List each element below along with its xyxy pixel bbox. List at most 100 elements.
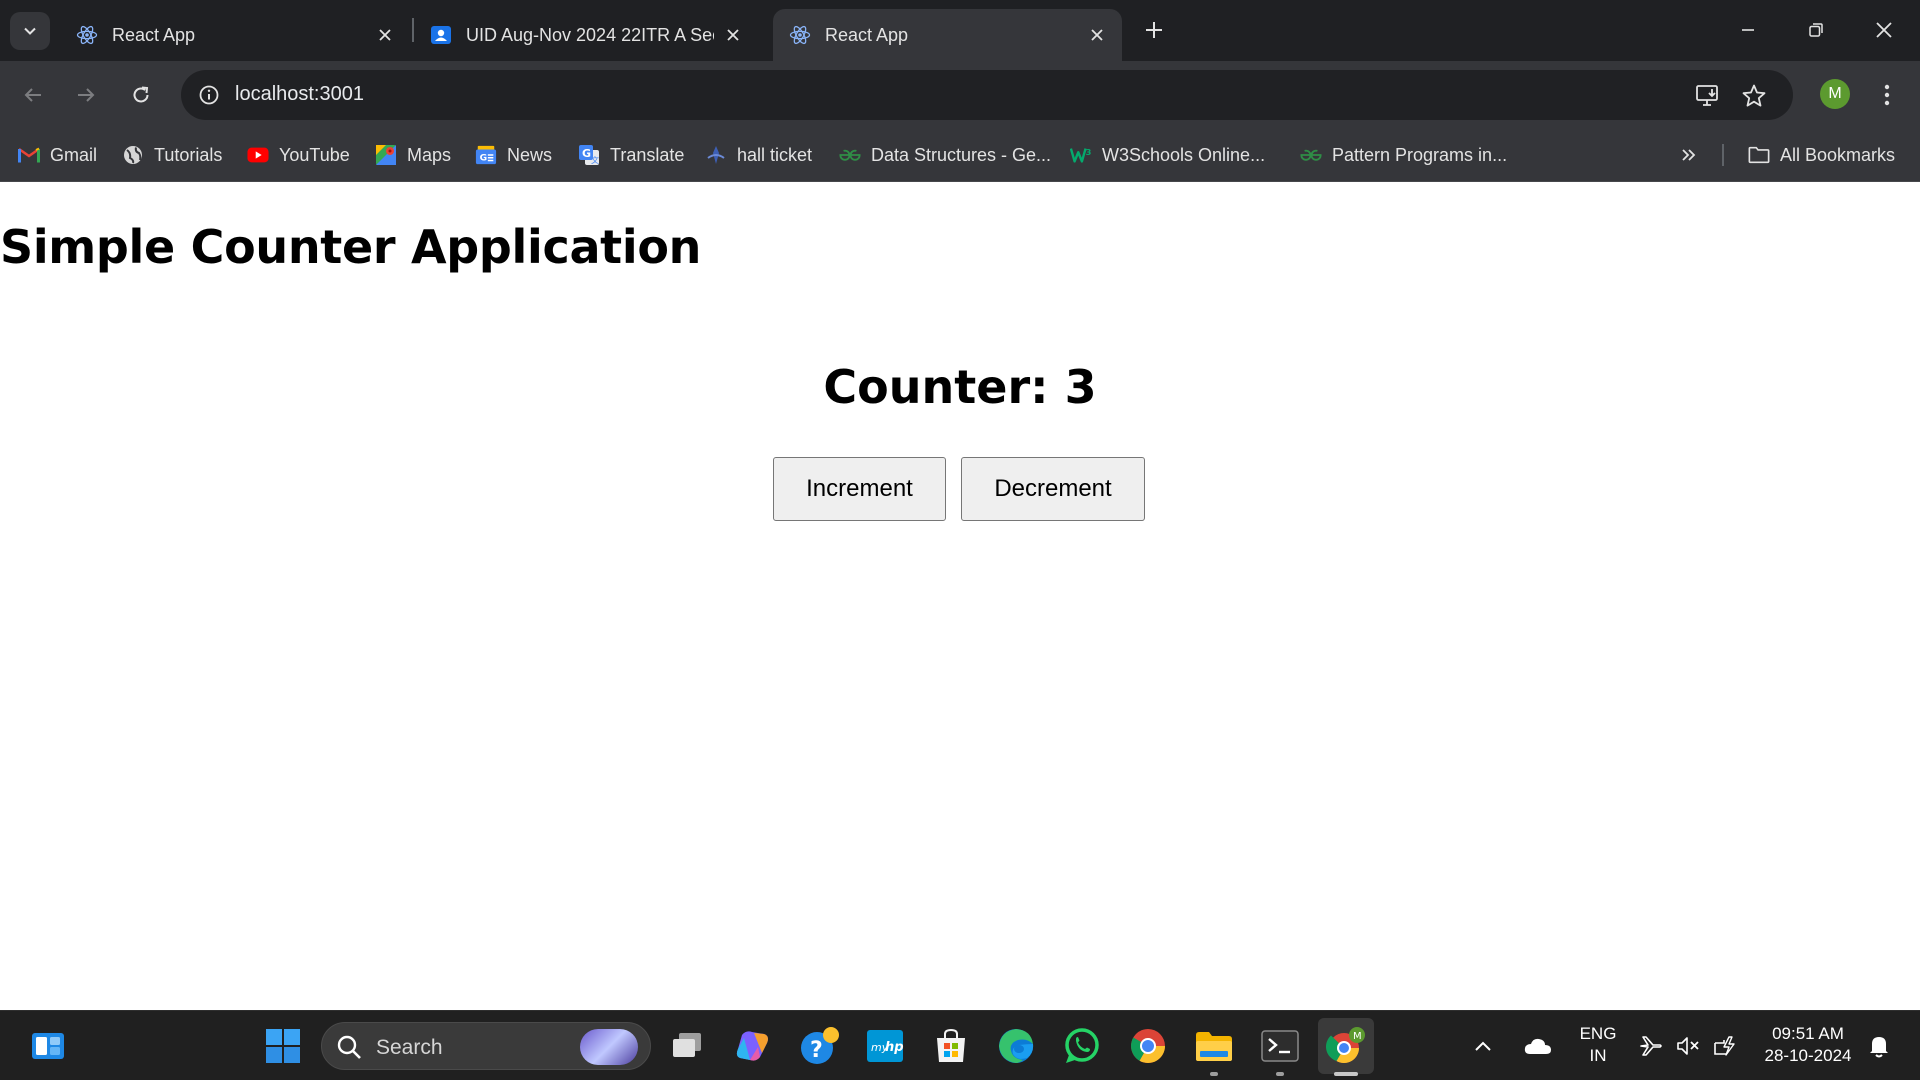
get-help-icon[interactable]: ? — [797, 1024, 841, 1068]
copilot-icon[interactable] — [731, 1024, 775, 1068]
bookmarks-overflow-button[interactable] — [1676, 142, 1702, 168]
close-window-button[interactable] — [1850, 0, 1918, 60]
reload-button[interactable] — [123, 77, 159, 113]
svg-text:?: ? — [810, 1038, 823, 1063]
bookmark-label: YouTube — [279, 144, 350, 165]
chevron-down-icon — [24, 27, 36, 35]
svg-text:G: G — [480, 153, 488, 164]
bookmark-gmail[interactable]: Gmail — [18, 140, 97, 170]
minimize-button[interactable] — [1714, 0, 1782, 60]
microsoft-store-icon[interactable] — [929, 1024, 973, 1068]
search-icon — [337, 1035, 361, 1059]
restore-button[interactable] — [1782, 0, 1850, 60]
bookmark-label: Tutorials — [154, 144, 223, 165]
battery-charging-icon[interactable] — [1710, 1024, 1740, 1068]
close-icon[interactable] — [1086, 24, 1108, 46]
bookmark-maps[interactable]: Maps — [375, 140, 451, 170]
close-icon — [1876, 22, 1892, 38]
back-button[interactable] — [15, 77, 51, 113]
edge-icon[interactable] — [994, 1024, 1038, 1068]
more-vertical-icon — [1884, 84, 1890, 106]
minimize-icon — [1742, 29, 1754, 31]
counter-controls: Increment Decrement — [0, 457, 1920, 521]
close-icon[interactable] — [374, 24, 396, 46]
tab-search-button[interactable] — [10, 12, 50, 50]
clock[interactable]: 09:51 AM 28-10-2024 — [1752, 1023, 1864, 1067]
decrement-button[interactable]: Decrement — [961, 457, 1145, 521]
translate-icon: G文 — [578, 144, 600, 166]
svg-text:hp: hp — [885, 1040, 904, 1055]
bookmark-w3schools[interactable]: 3 W3Schools Online... — [1070, 140, 1265, 170]
bookmark-news[interactable]: G News — [475, 140, 552, 170]
tab-react-app-active[interactable]: React App — [773, 9, 1122, 61]
page-viewport: Simple Counter Application Counter: 3 In… — [0, 182, 1920, 1010]
forward-button[interactable] — [68, 77, 104, 113]
tab-title: React App — [825, 24, 909, 45]
speaker-muted-icon[interactable] — [1673, 1024, 1703, 1068]
taskbar-search[interactable]: Search — [321, 1022, 651, 1070]
clock-date: 28-10-2024 — [1764, 1046, 1852, 1065]
search-label: Search — [376, 1036, 443, 1059]
new-tab-button[interactable] — [1138, 14, 1170, 46]
chevron-up-icon[interactable] — [1468, 1024, 1498, 1068]
bookmark-label: Data Structures - Ge... — [871, 144, 1052, 165]
install-app-icon[interactable] — [1695, 83, 1721, 109]
youtube-icon — [247, 144, 269, 166]
bookmark-star-icon[interactable] — [1741, 83, 1767, 109]
geeksforgeeks-icon — [839, 144, 861, 166]
onedrive-cloud-icon[interactable] — [1520, 1024, 1556, 1068]
w3schools-icon: 3 — [1070, 144, 1092, 166]
bookmark-data-structures[interactable]: Data Structures - Ge... — [839, 140, 1051, 170]
globe-icon — [122, 144, 144, 166]
tab-uid-classroom[interactable]: UID Aug-Nov 2024 22ITR A Sec — [414, 9, 758, 61]
bookmarks-bar: Gmail Tutorials YouTube Maps G News G文 T… — [0, 128, 1920, 182]
myhp-icon[interactable]: my hp — [863, 1024, 907, 1068]
browser-menu-button[interactable] — [1872, 77, 1902, 113]
windows-start-icon[interactable] — [261, 1024, 305, 1068]
notification-bell-icon[interactable] — [1862, 1024, 1896, 1068]
airplane-mode-icon[interactable] — [1636, 1024, 1666, 1068]
chrome-profile-active-icon[interactable]: M — [1318, 1018, 1374, 1074]
profile-avatar[interactable]: M — [1820, 79, 1850, 109]
increment-button[interactable]: Increment — [773, 457, 946, 521]
bookmark-hall-ticket[interactable]: hall ticket — [705, 140, 812, 170]
bookmark-tutorials[interactable]: Tutorials — [122, 140, 222, 170]
bookmark-label: Pattern Programs in... — [1332, 144, 1508, 165]
counter-display: Counter: 3 — [823, 360, 1097, 414]
url-text[interactable]: localhost:3001 — [235, 83, 364, 106]
close-icon[interactable] — [722, 24, 744, 46]
clock-time: 09:51 AM — [1772, 1024, 1844, 1043]
tab-title: UID Aug-Nov 2024 22ITR A Sec — [466, 24, 714, 45]
file-explorer-icon[interactable] — [1192, 1024, 1236, 1068]
page-title: Simple Counter Application — [0, 220, 702, 274]
bookmark-youtube[interactable]: YouTube — [247, 140, 350, 170]
bookmark-translate[interactable]: G文 Translate — [578, 140, 684, 170]
task-view-icon[interactable] — [665, 1024, 709, 1068]
language-indicator[interactable]: ENG IN — [1572, 1023, 1624, 1067]
all-bookmarks-button[interactable]: All Bookmarks — [1748, 140, 1895, 170]
running-indicator — [1210, 1072, 1218, 1076]
news-icon: G — [475, 144, 497, 166]
maps-icon — [375, 144, 397, 166]
chrome-icon[interactable] — [1126, 1024, 1170, 1068]
tab-title: React App — [112, 24, 196, 45]
browser-tab-bar: React App UID Aug-Nov 2024 22ITR A Sec R… — [0, 0, 1920, 61]
tab-react-app-1[interactable]: React App — [60, 9, 410, 61]
arrow-right-icon — [78, 88, 95, 102]
restore-icon — [1809, 23, 1823, 37]
whatsapp-icon[interactable] — [1060, 1024, 1104, 1068]
bookmark-label: Translate — [610, 144, 685, 165]
hall-ticket-icon — [705, 144, 727, 166]
terminal-icon[interactable] — [1258, 1024, 1302, 1068]
reload-icon — [133, 86, 149, 103]
language-code: ENG — [1579, 1024, 1617, 1043]
bookmark-pattern-programs[interactable]: Pattern Programs in... — [1300, 140, 1507, 170]
svg-text:M: M — [1353, 1031, 1362, 1042]
address-bar[interactable]: localhost:3001 — [181, 70, 1793, 120]
site-info-icon[interactable] — [193, 79, 225, 111]
geeksforgeeks-icon — [1300, 144, 1322, 166]
running-indicator-active — [1334, 1072, 1358, 1076]
widgets-icon[interactable] — [26, 1024, 70, 1068]
bookmark-label: W3Schools Online... — [1102, 144, 1266, 165]
bookmark-label: hall ticket — [737, 144, 813, 165]
